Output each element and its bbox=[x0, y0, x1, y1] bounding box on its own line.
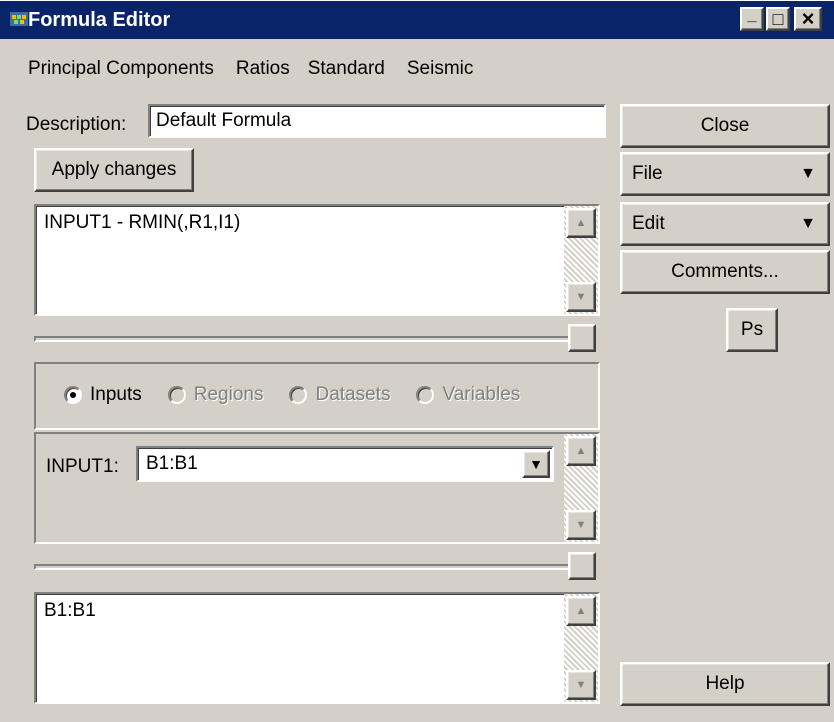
inputs-scrollbar[interactable]: ▲ ▼ bbox=[564, 434, 598, 542]
splitter-track-2 bbox=[34, 564, 574, 570]
splitter-handle-2[interactable] bbox=[568, 552, 596, 580]
minimize-icon: _ bbox=[747, 7, 757, 24]
expression-scroll-down-button[interactable]: ▼ bbox=[566, 670, 596, 700]
splitter-track bbox=[34, 336, 574, 342]
expression-textarea[interactable]: B1:B1 ▲ ▼ bbox=[34, 592, 600, 704]
close-icon: × bbox=[801, 6, 815, 31]
expression-scrollbar[interactable]: ▲ ▼ bbox=[564, 594, 598, 702]
close-window-button[interactable]: × bbox=[794, 7, 822, 31]
radio-datasets-label: Datasets bbox=[315, 384, 391, 405]
radio-datasets-button bbox=[289, 386, 308, 404]
scroll-down-icon: ▼ bbox=[575, 679, 587, 691]
splitter-handle[interactable] bbox=[568, 324, 596, 352]
input1-dropdown-button[interactable]: ▼ bbox=[522, 450, 550, 478]
radio-regions-button bbox=[167, 386, 186, 404]
menu-ratios[interactable]: Ratios bbox=[224, 58, 300, 88]
radio-inputs-label: Inputs bbox=[90, 384, 142, 405]
scroll-up-icon: ▲ bbox=[575, 217, 587, 229]
description-input[interactable] bbox=[148, 104, 606, 138]
app-icon bbox=[10, 12, 28, 26]
radio-variables-button bbox=[416, 386, 435, 404]
formula-scrollbar[interactable]: ▲ ▼ bbox=[564, 206, 598, 314]
radio-inputs[interactable]: Inputs bbox=[64, 384, 142, 406]
menu-bar: Principal Components Ratios Standard Sei… bbox=[0, 58, 483, 88]
chevron-down-icon: ▼ bbox=[529, 456, 543, 472]
scroll-down-icon: ▼ bbox=[575, 519, 587, 531]
apply-changes-button[interactable]: Apply changes bbox=[34, 148, 194, 192]
menu-seismic[interactable]: Seismic bbox=[395, 58, 484, 88]
chevron-down-icon: ▼ bbox=[800, 165, 816, 182]
radio-regions: Regions bbox=[167, 384, 264, 406]
input1-value: B1:B1 bbox=[146, 453, 198, 474]
scroll-down-button[interactable]: ▼ bbox=[566, 282, 596, 312]
chevron-down-icon: ▼ bbox=[800, 215, 816, 232]
file-menu-label: File bbox=[632, 163, 663, 184]
input1-select[interactable]: B1:B1 ▼ bbox=[136, 446, 554, 482]
window-title: Formula Editor bbox=[28, 9, 171, 31]
radio-regions-label: Regions bbox=[193, 384, 264, 405]
formula-textarea[interactable]: INPUT1 - RMIN(,R1,I1) ▲ ▼ bbox=[34, 204, 600, 316]
ps-button[interactable]: Ps bbox=[726, 308, 778, 352]
close-button[interactable]: Close bbox=[620, 104, 830, 148]
scroll-up-button[interactable]: ▲ bbox=[566, 208, 596, 238]
formula-text: INPUT1 - RMIN(,R1,I1) bbox=[44, 212, 241, 233]
expression-scroll-up-button[interactable]: ▲ bbox=[566, 596, 596, 626]
minimize-button[interactable]: _ bbox=[740, 7, 764, 31]
menu-standard[interactable]: Standard bbox=[300, 58, 395, 88]
inputs-scroll-down-button[interactable]: ▼ bbox=[566, 510, 596, 540]
maximize-icon: □ bbox=[772, 9, 784, 29]
scroll-down-icon: ▼ bbox=[575, 291, 587, 303]
menu-principal-components[interactable]: Principal Components bbox=[0, 58, 224, 88]
radio-variables-label: Variables bbox=[442, 384, 521, 405]
comments-button[interactable]: Comments... bbox=[620, 250, 830, 294]
radio-inputs-button[interactable] bbox=[64, 386, 82, 404]
file-menu-button[interactable]: File ▼ bbox=[620, 152, 830, 196]
description-label: Description: bbox=[26, 114, 127, 135]
scroll-up-icon: ▲ bbox=[575, 605, 587, 617]
radio-variables: Variables bbox=[416, 384, 520, 406]
radio-datasets: Datasets bbox=[289, 384, 390, 406]
help-button[interactable]: Help bbox=[620, 662, 830, 706]
edit-menu-label: Edit bbox=[632, 213, 665, 234]
inputs-scroll-up-button[interactable]: ▲ bbox=[566, 436, 596, 466]
edit-menu-button[interactable]: Edit ▼ bbox=[620, 202, 830, 246]
source-type-radios: Inputs Regions Datasets Variables bbox=[64, 384, 520, 406]
input1-label: INPUT1: bbox=[46, 456, 119, 477]
expression-text: B1:B1 bbox=[44, 600, 96, 621]
maximize-button[interactable]: □ bbox=[766, 7, 790, 31]
scroll-up-icon: ▲ bbox=[575, 445, 587, 457]
